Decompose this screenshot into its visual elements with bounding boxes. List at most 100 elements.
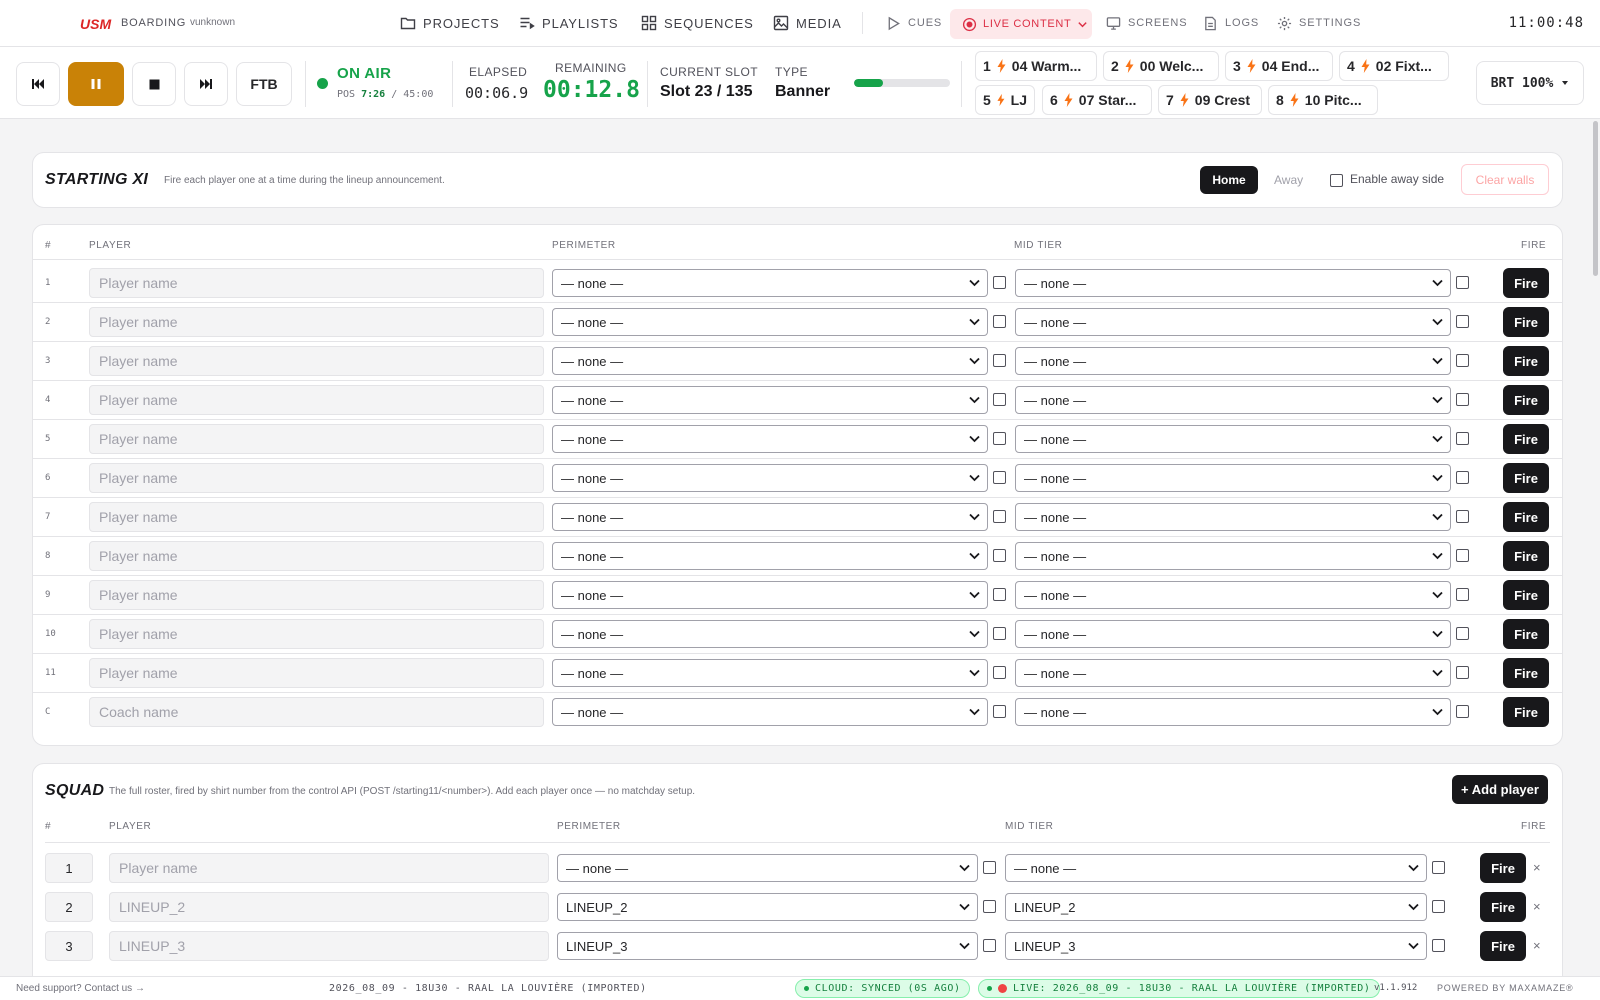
- mid-tier-checkbox[interactable]: [1456, 666, 1469, 679]
- mid-tier-select[interactable]: — none —: [1015, 503, 1451, 531]
- perimeter-select[interactable]: — none —: [552, 503, 988, 531]
- perimeter-select[interactable]: — none —: [552, 386, 988, 414]
- mid-tier-checkbox[interactable]: [1456, 276, 1469, 289]
- mid-tier-select[interactable]: — none —: [1015, 269, 1451, 297]
- squad-perimeter-select[interactable]: LINEUP_2: [557, 893, 978, 921]
- quick-cue-1[interactable]: 1 04 Warm...: [975, 51, 1097, 81]
- brightness-select[interactable]: BRT 100%: [1476, 61, 1584, 105]
- squad-perimeter-checkbox[interactable]: [983, 900, 996, 913]
- quick-cue-5[interactable]: 5 LJ: [975, 85, 1035, 115]
- mid-tier-checkbox[interactable]: [1456, 471, 1469, 484]
- away-toggle[interactable]: Away: [1274, 166, 1303, 194]
- squad-fire-button[interactable]: Fire: [1480, 931, 1526, 961]
- fire-button[interactable]: Fire: [1503, 268, 1549, 298]
- remove-player-button[interactable]: ×: [1533, 860, 1541, 875]
- squad-mid-tier-checkbox[interactable]: [1432, 861, 1445, 874]
- mid-tier-checkbox[interactable]: [1456, 510, 1469, 523]
- player-name-input[interactable]: Player name: [89, 424, 544, 454]
- quick-cue-6[interactable]: 6 07 Star...: [1042, 85, 1152, 115]
- fire-button[interactable]: Fire: [1503, 658, 1549, 688]
- mid-tier-select[interactable]: — none —: [1015, 620, 1451, 648]
- fade-to-black-button[interactable]: FTB: [236, 62, 292, 106]
- squad-fire-button[interactable]: Fire: [1480, 892, 1526, 922]
- shirt-number-input[interactable]: 3: [45, 931, 93, 961]
- squad-mid-tier-checkbox[interactable]: [1432, 939, 1445, 952]
- mid-tier-checkbox[interactable]: [1456, 549, 1469, 562]
- fire-button[interactable]: Fire: [1503, 385, 1549, 415]
- stop-button[interactable]: [132, 62, 176, 106]
- fire-button[interactable]: Fire: [1503, 424, 1549, 454]
- shirt-number-input[interactable]: 1: [45, 853, 93, 883]
- perimeter-select[interactable]: — none —: [552, 698, 988, 726]
- perimeter-checkbox[interactable]: [993, 510, 1006, 523]
- perimeter-checkbox[interactable]: [993, 705, 1006, 718]
- quick-cue-4[interactable]: 4 02 Fixt...: [1339, 51, 1449, 81]
- nav-screens[interactable]: SCREENS: [1106, 0, 1187, 46]
- quick-cue-8[interactable]: 8 10 Pitc...: [1268, 85, 1378, 115]
- perimeter-select[interactable]: — none —: [552, 425, 988, 453]
- squad-perimeter-checkbox[interactable]: [983, 939, 996, 952]
- support-link[interactable]: Need support? Contact us →: [16, 983, 145, 994]
- perimeter-select[interactable]: — none —: [552, 464, 988, 492]
- perimeter-checkbox[interactable]: [993, 588, 1006, 601]
- nav-cues[interactable]: CUES: [886, 0, 942, 46]
- pause-button[interactable]: [68, 62, 124, 106]
- mid-tier-select[interactable]: — none —: [1015, 464, 1451, 492]
- mid-tier-select[interactable]: — none —: [1015, 581, 1451, 609]
- nav-sequences[interactable]: SEQUENCES: [641, 0, 754, 46]
- mid-tier-select[interactable]: — none —: [1015, 425, 1451, 453]
- previous-button[interactable]: [16, 62, 60, 106]
- shirt-number-input[interactable]: 2: [45, 892, 93, 922]
- nav-logs[interactable]: LOGS: [1203, 0, 1259, 46]
- fire-button[interactable]: Fire: [1503, 697, 1549, 727]
- squad-perimeter-select[interactable]: LINEUP_3: [557, 932, 978, 960]
- nav-media[interactable]: MEDIA: [773, 0, 842, 46]
- quick-cue-7[interactable]: 7 09 Crest: [1158, 85, 1262, 115]
- perimeter-select[interactable]: — none —: [552, 347, 988, 375]
- player-name-input[interactable]: Coach name: [89, 697, 544, 727]
- mid-tier-select[interactable]: — none —: [1015, 347, 1451, 375]
- player-name-input[interactable]: Player name: [89, 268, 544, 298]
- squad-player-name-input[interactable]: LINEUP_3: [109, 931, 549, 961]
- perimeter-checkbox[interactable]: [993, 432, 1006, 445]
- nav-settings[interactable]: SETTINGS: [1277, 0, 1361, 46]
- squad-player-name-input[interactable]: Player name: [109, 853, 549, 883]
- squad-perimeter-select[interactable]: — none —: [557, 854, 978, 882]
- fire-button[interactable]: Fire: [1503, 463, 1549, 493]
- mid-tier-checkbox[interactable]: [1456, 354, 1469, 367]
- mid-tier-select[interactable]: — none —: [1015, 542, 1451, 570]
- squad-mid-tier-select[interactable]: LINEUP_3: [1005, 932, 1427, 960]
- home-toggle[interactable]: Home: [1200, 166, 1258, 194]
- next-button[interactable]: [184, 62, 228, 106]
- scrollbar-thumb[interactable]: [1593, 121, 1598, 276]
- fire-button[interactable]: Fire: [1503, 502, 1549, 532]
- player-name-input[interactable]: Player name: [89, 385, 544, 415]
- perimeter-checkbox[interactable]: [993, 549, 1006, 562]
- player-name-input[interactable]: Player name: [89, 307, 544, 337]
- player-name-input[interactable]: Player name: [89, 346, 544, 376]
- remove-player-button[interactable]: ×: [1533, 899, 1541, 914]
- app-logo[interactable]: USM: [80, 16, 111, 32]
- fire-button[interactable]: Fire: [1503, 619, 1549, 649]
- mid-tier-checkbox[interactable]: [1456, 432, 1469, 445]
- fire-button[interactable]: Fire: [1503, 541, 1549, 571]
- enable-away-checkbox[interactable]: [1330, 174, 1343, 187]
- perimeter-checkbox[interactable]: [993, 627, 1006, 640]
- player-name-input[interactable]: Player name: [89, 502, 544, 532]
- mid-tier-checkbox[interactable]: [1456, 588, 1469, 601]
- quick-cue-3[interactable]: 3 04 End...: [1225, 51, 1333, 81]
- nav-projects[interactable]: PROJECTS: [400, 0, 500, 46]
- perimeter-checkbox[interactable]: [993, 666, 1006, 679]
- perimeter-select[interactable]: — none —: [552, 269, 988, 297]
- quick-cue-2[interactable]: 2 00 Welc...: [1103, 51, 1219, 81]
- fire-button[interactable]: Fire: [1503, 580, 1549, 610]
- nav-playlists[interactable]: PLAYLISTS: [519, 0, 619, 46]
- mid-tier-checkbox[interactable]: [1456, 627, 1469, 640]
- squad-player-name-input[interactable]: LINEUP_2: [109, 892, 549, 922]
- add-player-button[interactable]: + Add player: [1452, 775, 1548, 804]
- clear-walls-button[interactable]: Clear walls: [1461, 164, 1549, 195]
- remove-player-button[interactable]: ×: [1533, 938, 1541, 953]
- squad-perimeter-checkbox[interactable]: [983, 861, 996, 874]
- perimeter-checkbox[interactable]: [993, 471, 1006, 484]
- squad-mid-tier-select[interactable]: LINEUP_2: [1005, 893, 1427, 921]
